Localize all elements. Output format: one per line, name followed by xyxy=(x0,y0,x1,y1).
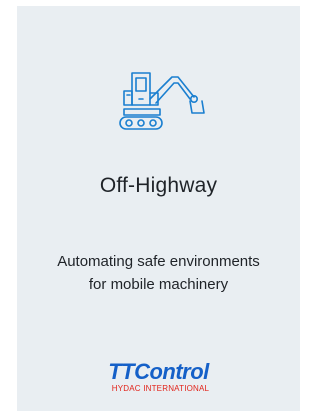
logo-brand-text: TTControl xyxy=(108,359,209,384)
logo-subline-text: HYDAC INTERNATIONAL xyxy=(111,384,210,393)
card-description: Automating safe environments for mobile … xyxy=(57,253,260,293)
off-highway-card[interactable]: Off-Highway Automating safe environments… xyxy=(17,6,300,411)
excavator-icon xyxy=(118,72,205,130)
icon-container xyxy=(17,69,300,131)
ttcontrol-logo: TTControl HYDAC INTERNATIONAL xyxy=(17,361,300,394)
card-title: Off-Highway xyxy=(99,174,218,197)
